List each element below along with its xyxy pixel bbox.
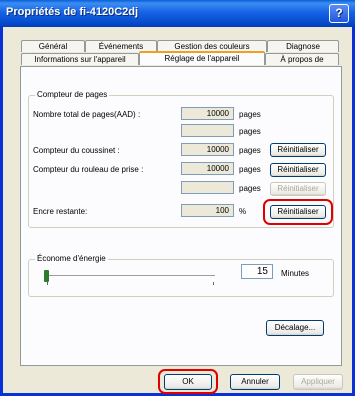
reset-pad-button[interactable]: Réinitialiser (270, 143, 326, 157)
tab-diagnose[interactable]: Diagnose (267, 40, 339, 52)
tab-row-front: Informations sur l'appareil Réglage de l… (21, 51, 339, 65)
energy-minutes-unit: Minutes (281, 269, 310, 278)
pad-counter-value: 10000 (181, 143, 234, 156)
window-title: Propriétés de fi-4120C2dj (6, 6, 139, 18)
reset-pick-roller-button[interactable]: Réinitialiser (270, 163, 326, 177)
blank-counter-value (181, 124, 234, 137)
total-pages-unit: pages (239, 110, 261, 119)
tab-device-info[interactable]: Informations sur l'appareil (21, 53, 139, 65)
energy-slider-thumb[interactable] (44, 270, 49, 282)
energy-saver-group: Économe d'énergie (28, 254, 334, 297)
energy-minutes-input[interactable]: 15 (241, 264, 273, 279)
blank-counter2-value (181, 181, 234, 194)
pad-counter-unit: pages (239, 146, 261, 155)
pick-roller-label: Compteur du rouleau de prise : (33, 165, 144, 174)
apply-button: Appliquer (293, 374, 343, 390)
ink-remaining-unit: % (239, 207, 247, 216)
reset-disabled-button: Réinitialiser (270, 182, 326, 196)
total-pages-label: Nombre total de pages(AAD) : (33, 110, 141, 119)
blank-counter2-unit: pages (239, 184, 261, 193)
cancel-button[interactable]: Annuler (230, 374, 280, 390)
blank-counter-unit: pages (239, 127, 261, 136)
reset-ink-highlight (263, 199, 333, 225)
ink-remaining-label: Encre restante: (33, 207, 88, 216)
title-bar[interactable]: Propriétés de fi-4120C2dj ? (0, 0, 355, 27)
properties-dialog: Propriétés de fi-4120C2dj ? Général Évén… (0, 0, 355, 396)
tab-about[interactable]: À propos de (265, 53, 339, 65)
slider-tick (47, 282, 48, 285)
slider-tick (213, 282, 214, 285)
energy-slider-track[interactable] (45, 275, 215, 277)
page-counter-label: Compteur de pages (35, 90, 110, 99)
help-icon[interactable]: ? (329, 4, 349, 23)
pick-roller-unit: pages (239, 165, 261, 174)
ok-highlight (158, 369, 218, 394)
pick-roller-value: 10000 (181, 162, 234, 175)
offset-button[interactable]: Décalage... (266, 320, 324, 336)
tab-general[interactable]: Général (21, 40, 85, 52)
tab-device-settings[interactable]: Réglage de l'appareil (139, 51, 265, 65)
energy-saver-label: Économe d'énergie (35, 254, 108, 263)
total-pages-value: 10000 (181, 107, 234, 120)
ink-remaining-value: 100 (181, 204, 234, 217)
pad-counter-label: Compteur du coussinet : (33, 146, 120, 155)
